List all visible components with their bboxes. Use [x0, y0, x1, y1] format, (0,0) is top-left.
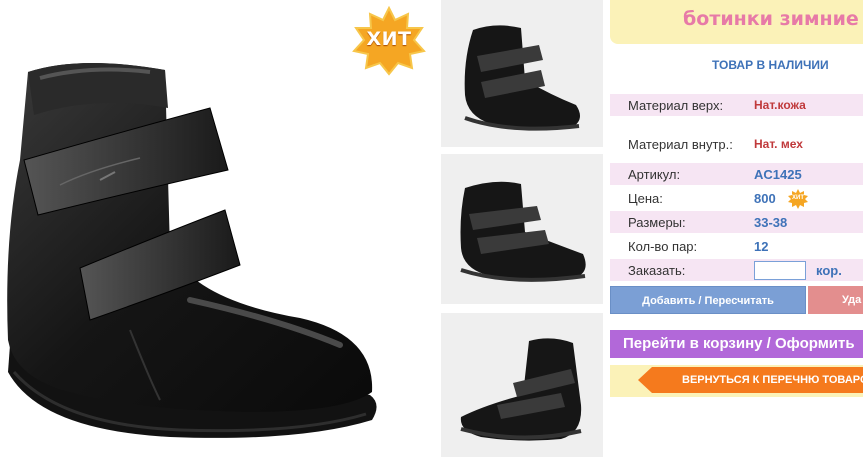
spec-row-sizes: Размеры: 33-38	[610, 211, 863, 233]
unit-label: кор.	[816, 263, 842, 278]
spec-label: Цена:	[628, 191, 663, 206]
price-value: 800	[754, 191, 776, 206]
boot-thumbnail-back	[460, 338, 582, 441]
boot-thumbnail-side	[460, 181, 586, 282]
back-to-list-button[interactable]: ВЕРНУТЬСЯ К ПЕРЕЧНЮ ТОВАРОВ	[638, 367, 863, 393]
spec-value: 12	[754, 239, 769, 254]
thumbnail-2[interactable]	[441, 154, 603, 304]
order-label: Заказать:	[628, 263, 686, 278]
spec-label: Материал внутр.:	[628, 137, 733, 152]
spec-row-inner-material: Материал внутр.: Нат. мех	[610, 133, 863, 155]
spec-value: 33-38	[754, 215, 788, 230]
title-bar: ботинки зимние	[610, 0, 863, 44]
product-page: ХИТ ботинки зимние ТОВАР В НАЛИЧИИ Матер…	[0, 0, 863, 457]
spec-row-article: Артикул: AC1425	[610, 163, 863, 185]
thumbnail-3[interactable]	[441, 313, 603, 457]
thumbnail-1[interactable]	[441, 0, 603, 147]
product-title: ботинки зимние	[683, 8, 859, 30]
go-to-cart-button[interactable]: Перейти в корзину / Оформить	[610, 330, 863, 358]
price-hit-badge: ХИТ	[788, 189, 808, 209]
price-hit-label: ХИТ	[792, 195, 804, 201]
hit-badge: ХИТ	[352, 5, 426, 76]
spec-label: Размеры:	[628, 215, 686, 230]
spec-label: Артикул:	[628, 167, 681, 182]
spec-row-pairs: Кол-во пар: 12	[610, 235, 863, 257]
spec-row-upper-material: Материал верх: Нат.кожа	[610, 94, 863, 116]
delete-button[interactable]: Уда	[808, 286, 863, 314]
add-recalculate-button[interactable]: Добавить / Пересчитать	[610, 286, 806, 314]
spec-label: Кол-во пар:	[628, 239, 698, 254]
main-product-image[interactable]: ХИТ	[0, 0, 433, 457]
spec-value: AC1425	[754, 167, 802, 182]
quantity-input[interactable]	[754, 261, 806, 280]
spec-value: Нат. мех	[754, 137, 803, 151]
stock-status: ТОВАР В НАЛИЧИИ	[712, 58, 829, 72]
hit-badge-label: ХИТ	[366, 28, 412, 50]
order-row: Заказать: кор.	[610, 259, 863, 281]
product-info-panel: ботинки зимние ТОВАР В НАЛИЧИИ Материал …	[610, 0, 863, 457]
spec-label: Материал верх:	[628, 98, 724, 113]
spec-row-price: Цена: 800 ХИТ	[610, 187, 863, 209]
boot-thumbnail-front	[464, 25, 580, 131]
spec-value: Нат.кожа	[754, 98, 806, 112]
